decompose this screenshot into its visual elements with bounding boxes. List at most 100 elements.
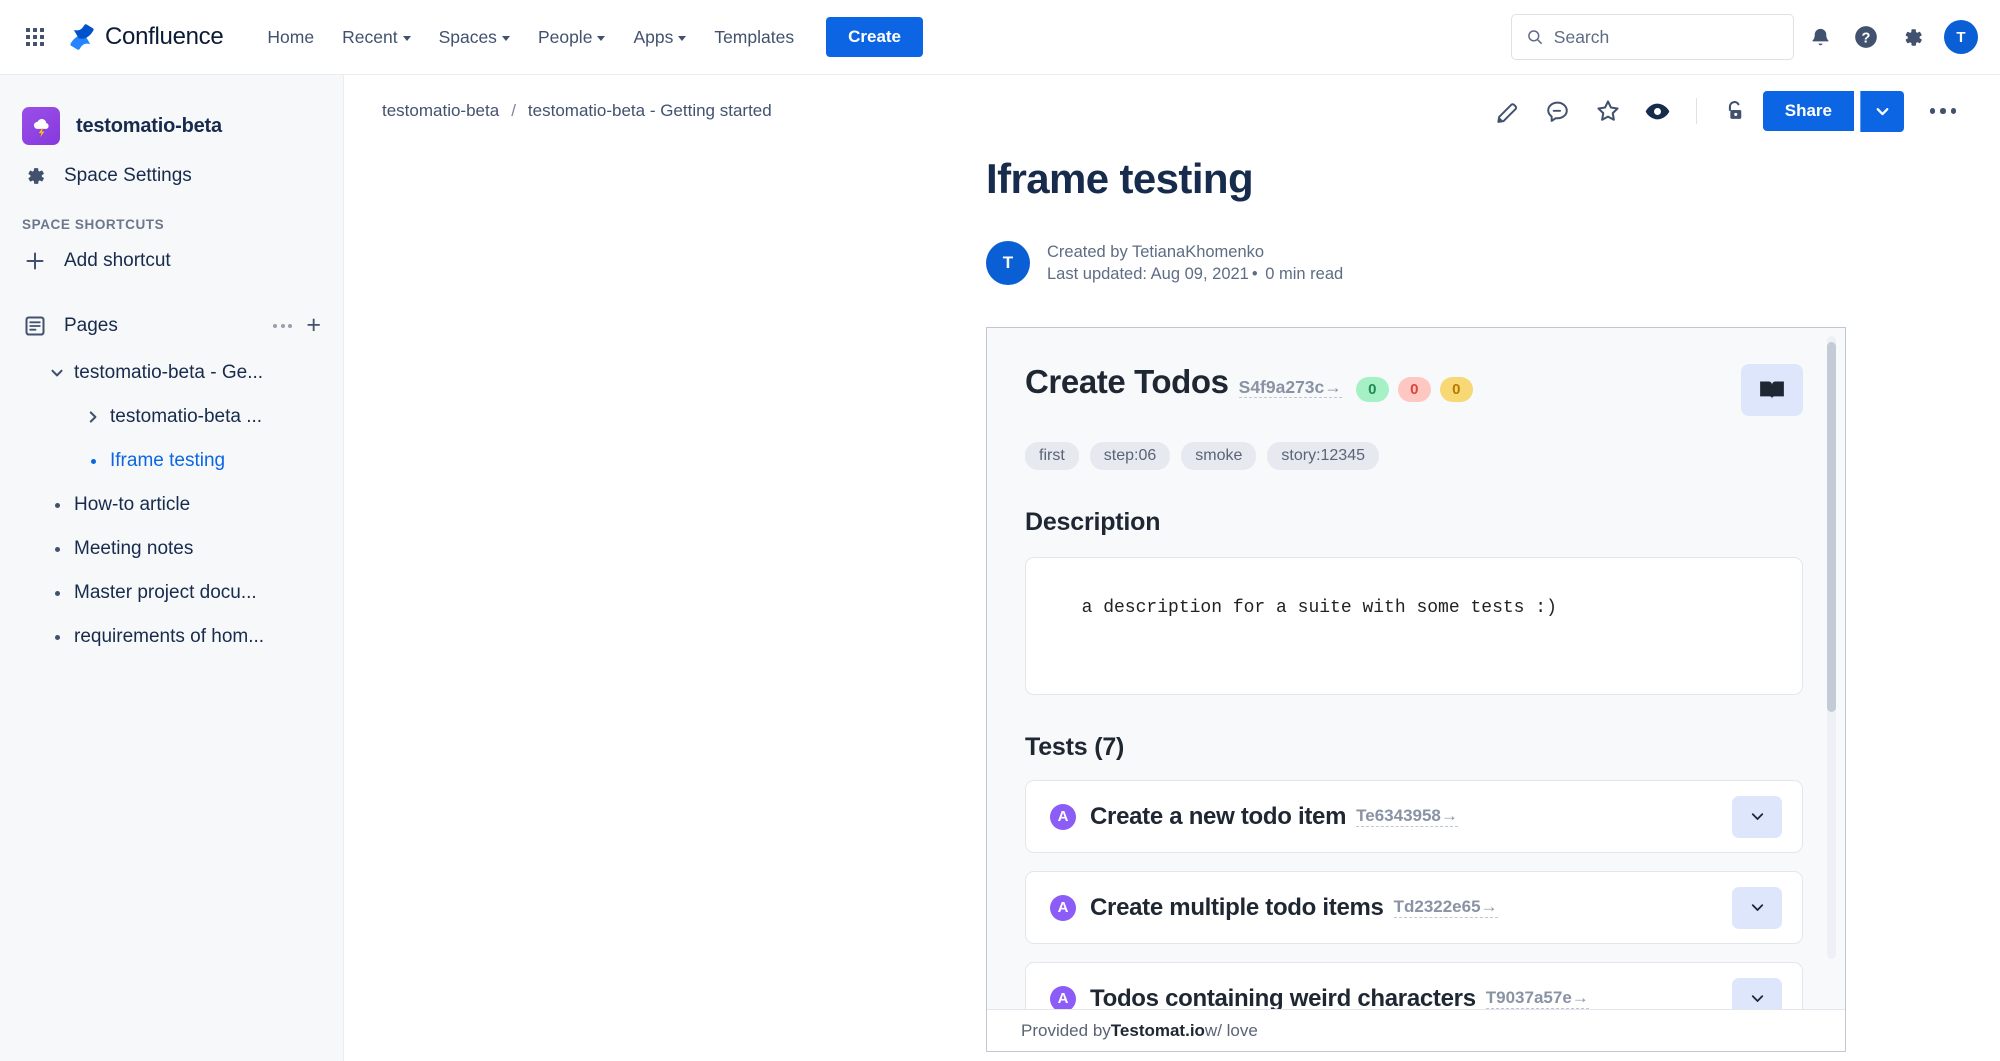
footer-prefix: Provided by	[1021, 1020, 1111, 1040]
byline-text: Created by TetianaKhomenko Last updated:…	[1047, 243, 1343, 284]
test-name: Create a new todo item	[1090, 802, 1347, 830]
space-shortcuts-header: SPACE SHORTCUTS	[22, 217, 165, 232]
breadcrumb: testomatio-beta / testomatio-beta - Gett…	[382, 101, 772, 121]
tag-item[interactable]: smoke	[1181, 442, 1257, 471]
unlock-icon[interactable]	[1713, 89, 1757, 133]
page-tree-item[interactable]: Master project docu...	[0, 571, 343, 615]
nav-item-templates[interactable]: Templates	[702, 19, 806, 56]
documentation-book-button[interactable]	[1741, 364, 1803, 417]
author-avatar[interactable]: T	[986, 241, 1030, 286]
app-layout: testomatio-beta Space Settings SPACE SHO…	[0, 75, 2000, 1061]
star-icon[interactable]	[1586, 89, 1630, 133]
page-tree-label: Master project docu...	[74, 582, 257, 603]
space-avatar-icon	[22, 107, 60, 145]
watch-eye-icon[interactable]	[1636, 89, 1680, 133]
bullet-icon	[40, 546, 74, 552]
chevron-down-icon	[678, 35, 687, 41]
chevron-right-icon[interactable]	[76, 409, 110, 425]
suite-id-link[interactable]: S4f9a273c→	[1238, 377, 1342, 399]
nav-item-home[interactable]: Home	[255, 19, 326, 56]
sidebar-item-label: Add shortcut	[64, 250, 171, 271]
page-tree-item-iframe-testing[interactable]: Iframe testing	[0, 439, 343, 483]
page-tree-item[interactable]: Meeting notes	[0, 527, 343, 571]
page-tree-item[interactable]: requirements of hom...	[0, 615, 343, 659]
nav-item-people[interactable]: People	[526, 19, 618, 56]
pages-actions: +	[273, 313, 321, 338]
apps-grid-icon[interactable]	[18, 20, 52, 54]
expand-chevron-down-icon[interactable]	[1732, 977, 1782, 1010]
bullet-icon	[40, 502, 74, 508]
nav-item-label: Apps	[633, 26, 674, 47]
page-action-buttons: Share	[1486, 89, 1966, 133]
sidebar-item-space-settings[interactable]: Space Settings	[0, 155, 343, 197]
nav-item-label: Recent	[342, 26, 398, 47]
sidebar-item-add-shortcut[interactable]: Add shortcut	[0, 240, 343, 282]
sidebar-item-pages[interactable]: Pages +	[0, 304, 343, 347]
nav-item-label: Spaces	[438, 26, 497, 47]
user-avatar[interactable]: T	[1944, 20, 1978, 54]
help-icon[interactable]: ?	[1846, 17, 1886, 57]
pages-document-icon	[22, 314, 48, 338]
page-tree-label: Iframe testing	[110, 450, 226, 471]
test-id-link[interactable]: Te6343958→	[1356, 806, 1458, 828]
tag-item[interactable]: story:12345	[1267, 442, 1379, 471]
settings-gear-icon[interactable]	[1892, 17, 1932, 57]
page-tree-label: testomatio-beta - Ge...	[74, 362, 264, 383]
embed-scroll-area: Create Todos S4f9a273c→ 0 0 0 first step…	[987, 328, 1845, 1010]
search-box[interactable]	[1511, 14, 1794, 60]
breadcrumb-item-parent-page[interactable]: testomatio-beta - Getting started	[528, 101, 772, 121]
space-sidebar: testomatio-beta Space Settings SPACE SHO…	[0, 75, 344, 1061]
suite-title: Create Todos	[1025, 363, 1229, 401]
confluence-logo-home-link[interactable]: Confluence	[62, 19, 229, 55]
test-id-link[interactable]: T9037a57e→	[1485, 988, 1589, 1010]
nav-right-cluster: ? T	[1511, 14, 1978, 60]
description-box: a description for a suite with some test…	[1025, 557, 1803, 696]
pages-add-icon[interactable]: +	[306, 313, 321, 338]
comment-icon[interactable]	[1536, 89, 1580, 133]
embed-scrollbar-thumb[interactable]	[1827, 342, 1836, 713]
test-row[interactable]: A Create a new todo item Te6343958→	[1025, 780, 1803, 854]
page-content: testomatio-beta / testomatio-beta - Gett…	[344, 75, 2000, 1061]
primary-nav-links: Home Recent Spaces People Apps Templates…	[255, 17, 924, 57]
test-row[interactable]: A Create multiple todo items Td2322e65→	[1025, 871, 1803, 945]
test-id-link[interactable]: Td2322e65→	[1393, 897, 1498, 919]
page-tree-label: Meeting notes	[74, 538, 194, 559]
test-row[interactable]: A Todos containing weird characters T903…	[1025, 962, 1803, 1010]
chevron-down-icon[interactable]	[40, 365, 74, 381]
pages-more-icon[interactable]	[273, 323, 293, 328]
page-byline: T Created by TetianaKhomenko Last update…	[986, 241, 1866, 286]
bullet-icon	[76, 458, 110, 464]
share-button[interactable]: Share	[1762, 91, 1854, 131]
test-name: Todos containing weird characters	[1090, 984, 1476, 1010]
edit-pencil-icon[interactable]	[1486, 89, 1530, 133]
space-header[interactable]: testomatio-beta	[0, 97, 343, 155]
share-dropdown-button[interactable]	[1860, 90, 1904, 132]
chevron-down-icon	[402, 35, 411, 41]
tag-item[interactable]: step:06	[1089, 442, 1171, 471]
divider	[1695, 98, 1697, 124]
page-tree-item[interactable]: How-to article	[0, 483, 343, 527]
page-tree-label: How-to article	[74, 494, 191, 515]
page-tree-label: testomatio-beta ...	[110, 406, 263, 427]
nav-item-label: Home	[267, 26, 315, 47]
page-tree-item[interactable]: testomatio-beta ...	[0, 395, 343, 439]
svg-text:?: ?	[1862, 30, 1871, 46]
confluence-logo-icon	[70, 24, 94, 50]
sidebar-item-label: Pages	[64, 314, 118, 336]
settings-gear-icon	[22, 164, 48, 188]
search-input[interactable]	[1553, 26, 1779, 48]
create-button[interactable]: Create	[826, 17, 924, 57]
nav-item-spaces[interactable]: Spaces	[427, 19, 522, 56]
more-actions-icon[interactable]	[1920, 89, 1966, 133]
nav-item-recent[interactable]: Recent	[330, 19, 422, 56]
notifications-bell-icon[interactable]	[1800, 17, 1840, 57]
nav-item-apps[interactable]: Apps	[621, 19, 698, 56]
footer-brand[interactable]: Testomat.io	[1111, 1021, 1205, 1041]
nav-item-label: Templates	[714, 26, 795, 47]
suite-status-pills: 000	[1355, 376, 1473, 402]
expand-chevron-down-icon[interactable]	[1732, 795, 1782, 838]
breadcrumb-item-space[interactable]: testomatio-beta	[382, 101, 499, 121]
tag-item[interactable]: first	[1025, 442, 1079, 471]
page-tree-item[interactable]: testomatio-beta - Ge...	[0, 351, 343, 395]
expand-chevron-down-icon[interactable]	[1732, 886, 1782, 929]
